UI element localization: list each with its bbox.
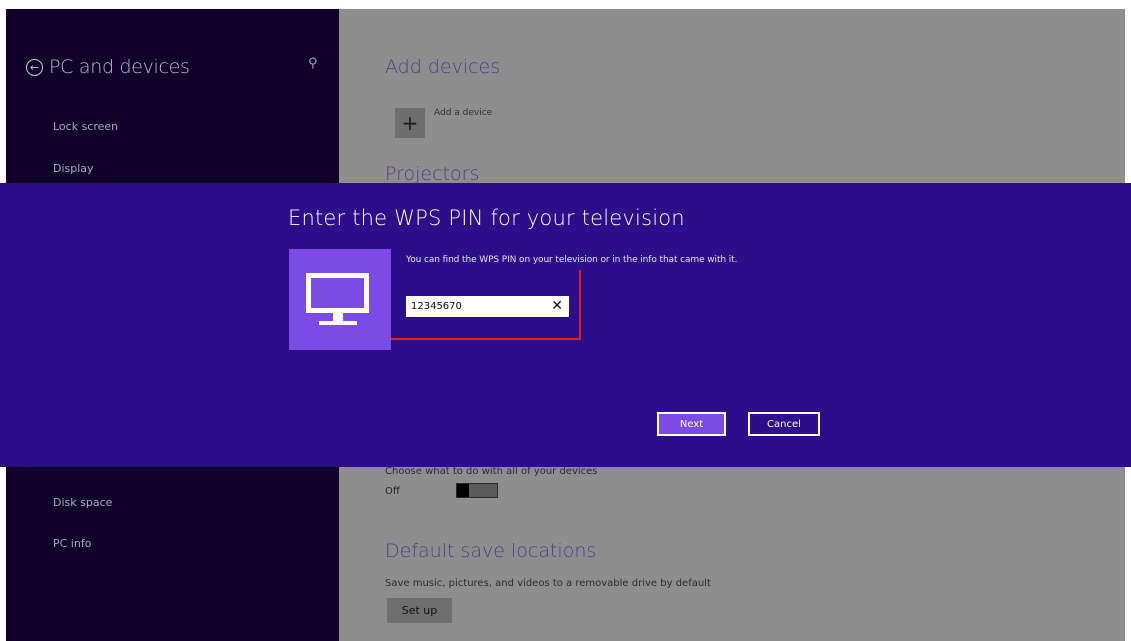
plus-icon: +: [401, 111, 419, 135]
add-device-label[interactable]: Add a device: [434, 108, 492, 118]
dialog-description: You can find the WPS PIN on your televis…: [406, 255, 738, 265]
monitor-icon: [289, 249, 391, 350]
cancel-button[interactable]: Cancel: [748, 412, 820, 436]
sidebar-header: ← PC and devices: [26, 56, 190, 78]
next-button[interactable]: Next: [657, 412, 726, 436]
add-device-button[interactable]: +: [395, 108, 425, 138]
toggle-thumb[interactable]: [457, 484, 469, 497]
projectors-heading: Projectors: [385, 163, 480, 185]
default-save-heading: Default save locations: [385, 540, 597, 562]
pin-input[interactable]: [406, 296, 541, 317]
pin-field[interactable]: ✕: [406, 296, 569, 317]
back-arrow-icon[interactable]: ←: [26, 58, 43, 76]
monitor-screen: [306, 273, 369, 313]
default-save-description: Save music, pictures, and videos to a re…: [385, 578, 711, 589]
sidebar-title: PC and devices: [49, 56, 190, 78]
autoplay-description: Choose what to do with all of your devic…: [385, 466, 598, 477]
toggle-state-label: Off: [385, 486, 400, 497]
dialog-title: Enter the WPS PIN for your television: [288, 206, 685, 230]
search-icon[interactable]: ⚲: [308, 56, 318, 71]
sidebar-item-display[interactable]: Display: [53, 162, 94, 175]
sidebar-item-disk-space[interactable]: Disk space: [53, 496, 112, 509]
add-devices-heading: Add devices: [385, 56, 501, 78]
monitor-base: [319, 321, 357, 325]
setup-button[interactable]: Set up: [387, 598, 452, 623]
sidebar-item-lock-screen[interactable]: Lock screen: [53, 120, 118, 133]
sidebar-item-pc-info[interactable]: PC info: [53, 537, 91, 550]
wps-pin-dialog: Enter the WPS PIN for your television Yo…: [0, 183, 1131, 467]
autoplay-toggle[interactable]: [456, 483, 498, 498]
clear-icon[interactable]: ✕: [551, 298, 563, 315]
